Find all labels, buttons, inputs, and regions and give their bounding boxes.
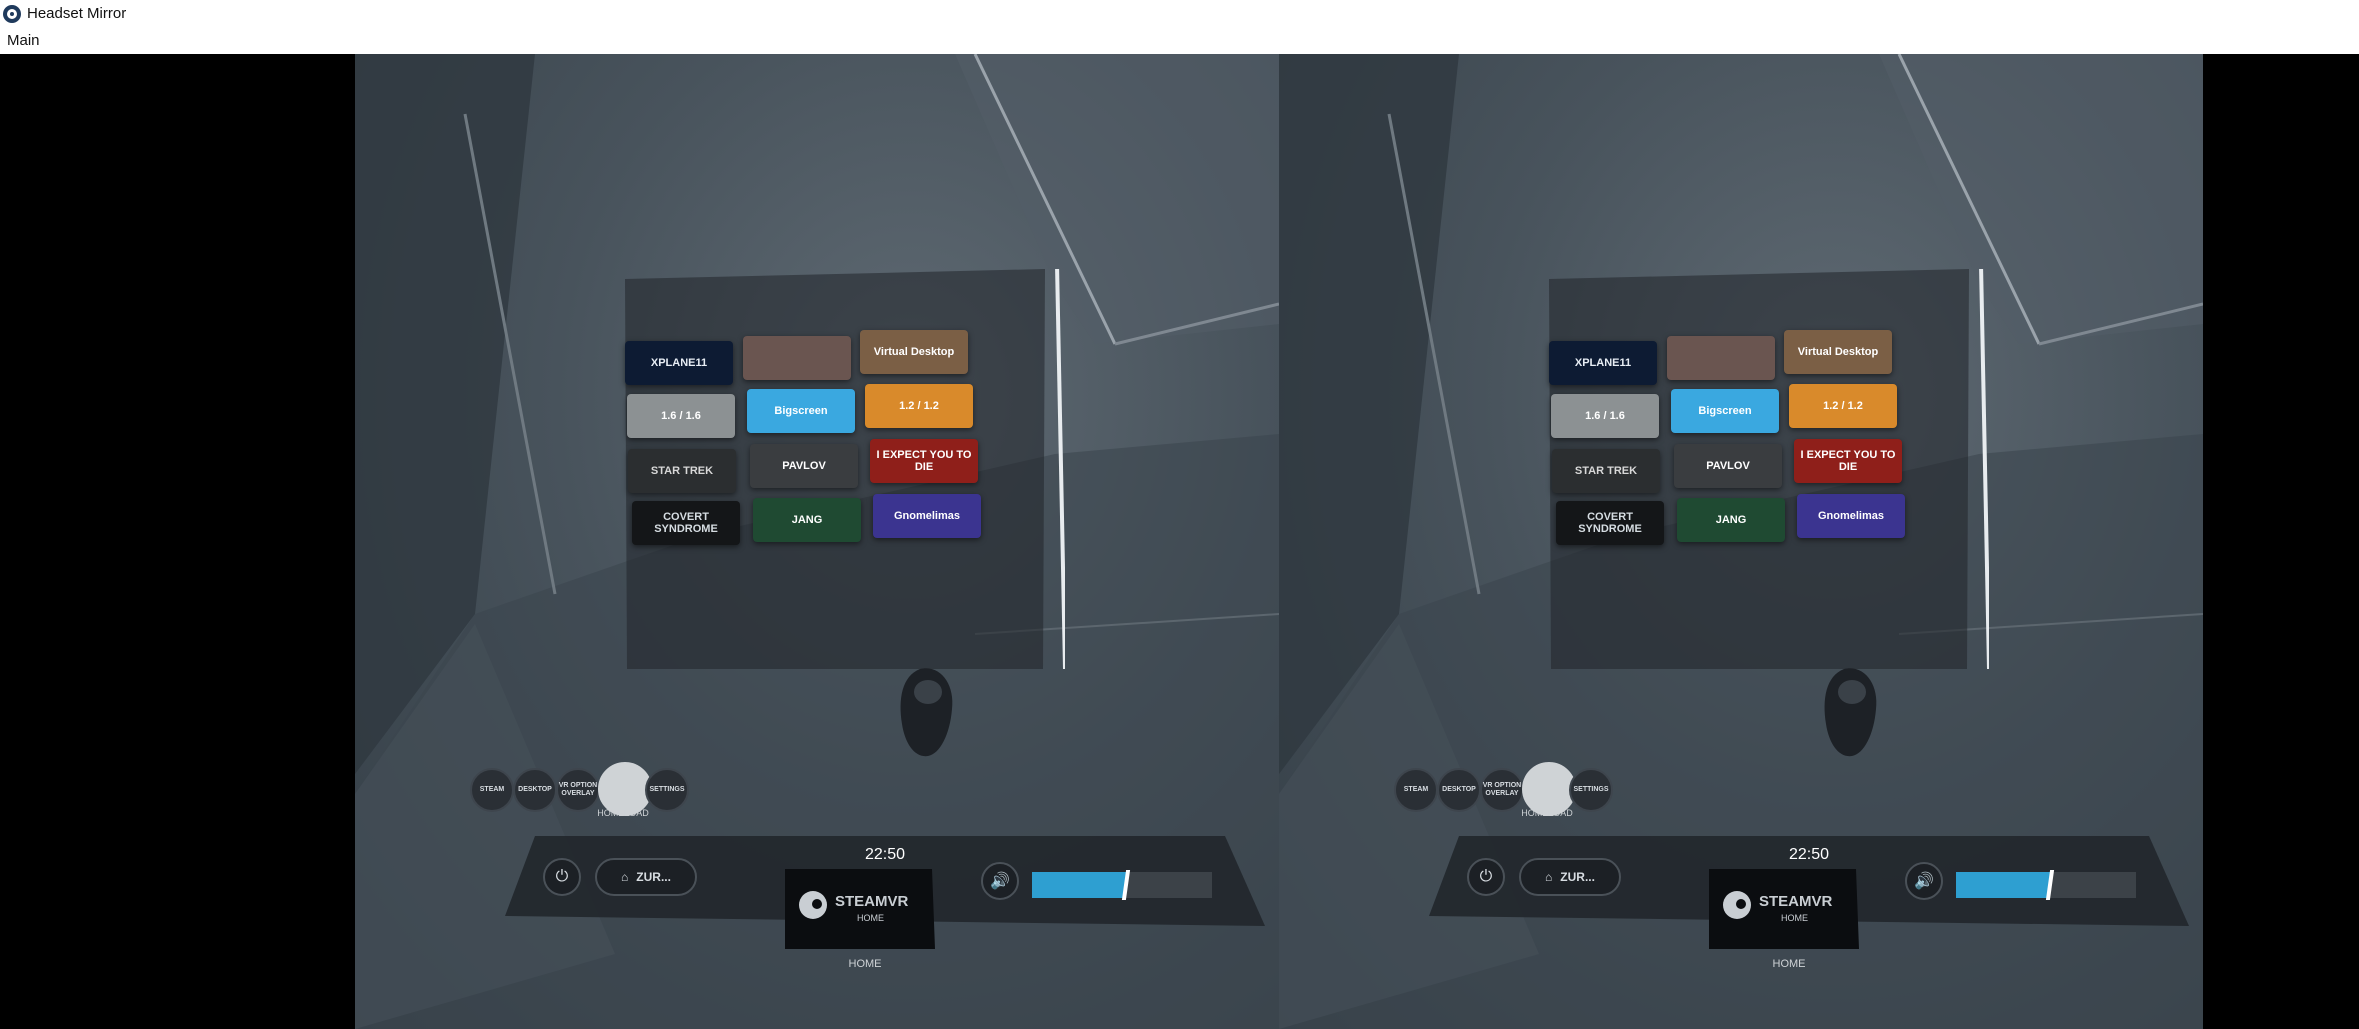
- shortcut-button[interactable]: DESKTOP: [1437, 768, 1481, 812]
- game-tile[interactable]: I EXPECT YOU TO DIE: [1794, 439, 1902, 483]
- game-tile[interactable]: PAVLOV: [750, 444, 858, 488]
- steam-logo-icon: [799, 891, 827, 919]
- volume-button[interactable]: 🔊: [1905, 862, 1943, 900]
- back-button[interactable]: ⌂ ZUR...: [1519, 858, 1621, 896]
- power-button[interactable]: ⏻: [1467, 858, 1505, 896]
- menu-item-main[interactable]: Main: [7, 32, 40, 49]
- game-tile[interactable]: Virtual Desktop: [1784, 330, 1892, 374]
- shortcut-caption: HOMELOAD: [597, 808, 649, 818]
- power-button[interactable]: ⏻: [543, 858, 581, 896]
- home-icon: ⌂: [1545, 870, 1553, 884]
- back-button-label: ZUR...: [636, 870, 671, 884]
- back-button-label: ZUR...: [1560, 870, 1595, 884]
- game-tile[interactable]: STAR TREK: [1552, 449, 1660, 493]
- game-tile[interactable]: COVERT SYNDROME: [632, 501, 740, 545]
- game-tile[interactable]: Bigscreen: [747, 389, 855, 433]
- volume-slider[interactable]: [1956, 870, 2136, 900]
- game-tile[interactable]: Virtual Desktop: [860, 330, 968, 374]
- game-tile[interactable]: [1667, 336, 1775, 380]
- home-icon: ⌂: [621, 870, 629, 884]
- game-tile[interactable]: JANG: [1677, 498, 1785, 542]
- shortcut-button[interactable]: STEAM: [470, 768, 514, 812]
- clock: 22:50: [864, 846, 906, 863]
- game-tile[interactable]: PAVLOV: [1674, 444, 1782, 488]
- home-caption: HOME: [848, 958, 882, 970]
- steam-card-subtitle: HOME: [1781, 913, 1808, 923]
- shortcut-button[interactable]: DESKTOP: [513, 768, 557, 812]
- shortcut-button[interactable]: VR OPTION OVERLAY: [1480, 768, 1524, 812]
- vr-controller: [890, 664, 960, 759]
- game-tile[interactable]: Gnomelimas: [1797, 494, 1905, 538]
- power-icon: ⏻: [1479, 868, 1493, 885]
- title-bar: Headset Mirror: [0, 0, 2359, 28]
- game-tile[interactable]: I EXPECT YOU TO DIE: [870, 439, 978, 483]
- speaker-icon: 🔊: [990, 873, 1010, 890]
- game-tile[interactable]: XPLANE11: [1549, 341, 1657, 385]
- game-tile[interactable]: 1.6 / 1.6: [627, 394, 735, 438]
- speaker-icon: 🔊: [1914, 873, 1934, 890]
- volume-slider-fill: [1032, 872, 1126, 898]
- headset-mirror-view: ⏻ ⌂ ZUR... 22:50 STEAMVR HOME HOME 🔊 XPL…: [0, 54, 2359, 1029]
- menu-bar: Main: [0, 28, 2359, 54]
- shortcut-button[interactable]: SETTINGS: [1569, 768, 1613, 812]
- steamvr-icon: [3, 5, 21, 23]
- steamvr-home-card[interactable]: STEAMVR HOME: [785, 869, 935, 949]
- shortcut-caption: HOMELOAD: [1521, 808, 1573, 818]
- power-icon: ⏻: [555, 868, 569, 885]
- game-tile[interactable]: STAR TREK: [628, 449, 736, 493]
- shortcut-button[interactable]: SETTINGS: [645, 768, 689, 812]
- volume-slider-fill: [1956, 872, 2050, 898]
- shortcut-button[interactable]: STEAM: [1394, 768, 1438, 812]
- game-tile[interactable]: [743, 336, 851, 380]
- game-tile[interactable]: 1.6 / 1.6: [1551, 394, 1659, 438]
- clock: 22:50: [1788, 846, 1830, 863]
- volume-button[interactable]: 🔊: [981, 862, 1019, 900]
- game-tile[interactable]: XPLANE11: [625, 341, 733, 385]
- game-tile[interactable]: COVERT SYNDROME: [1556, 501, 1664, 545]
- game-tile[interactable]: 1.2 / 1.2: [865, 384, 973, 428]
- vr-controller: [1814, 664, 1884, 759]
- volume-slider[interactable]: [1032, 870, 1212, 900]
- shortcut-button[interactable]: VR OPTION OVERLAY: [556, 768, 600, 812]
- steam-card-subtitle: HOME: [857, 913, 884, 923]
- game-tile[interactable]: JANG: [753, 498, 861, 542]
- right-eye-view: ⏻ ⌂ ZUR... 22:50 STEAMVR HOME HOME 🔊 XPL…: [1279, 54, 2203, 1029]
- home-caption: HOME: [1772, 958, 1806, 970]
- game-tile[interactable]: Gnomelimas: [873, 494, 981, 538]
- game-tile[interactable]: 1.2 / 1.2: [1789, 384, 1897, 428]
- steam-card-title: STEAMVR: [835, 893, 909, 910]
- window-title: Headset Mirror: [27, 5, 127, 22]
- steam-logo-icon: [1723, 891, 1751, 919]
- game-tile[interactable]: Bigscreen: [1671, 389, 1779, 433]
- left-eye-view: ⏻ ⌂ ZUR... 22:50 STEAMVR HOME HOME 🔊 XPL…: [355, 54, 1279, 1029]
- back-button[interactable]: ⌂ ZUR...: [595, 858, 697, 896]
- steamvr-home-card[interactable]: STEAMVR HOME: [1709, 869, 1859, 949]
- steam-card-title: STEAMVR: [1759, 893, 1833, 910]
